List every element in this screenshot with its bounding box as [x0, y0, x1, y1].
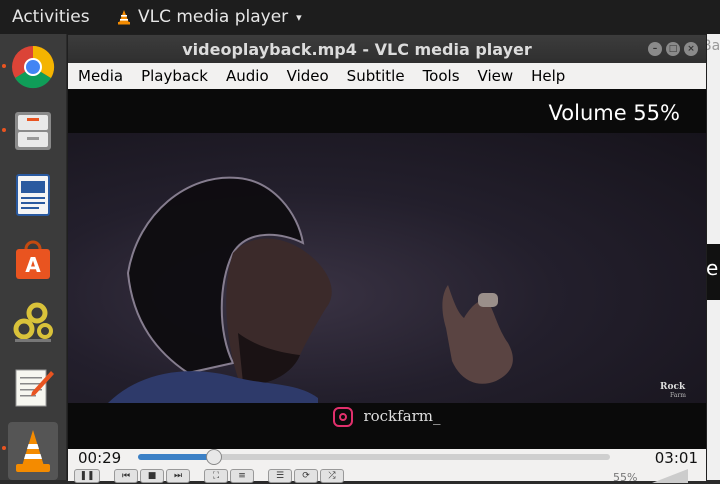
video-frame: [68, 133, 706, 403]
rock-farm-logo: Rock Farm: [660, 382, 686, 399]
volume-level-text: 55%: [613, 471, 638, 484]
top-bar: Activities VLC media player ▾: [0, 0, 720, 34]
minimize-button[interactable]: –: [648, 42, 662, 56]
video-caption: rockfarm_: [68, 407, 706, 427]
file-cabinet-icon: [15, 112, 51, 150]
menu-media[interactable]: Media: [68, 67, 131, 85]
close-button[interactable]: ×: [684, 42, 698, 56]
extended-settings-button[interactable]: ≡: [230, 469, 254, 483]
playback-controls: 00:29 03:01 ❚❚ ⏮ ■ ⏭ ⛶ ≡ ☰ ⟳ ⤮ 55%: [68, 449, 706, 484]
video-area[interactable]: Volume 55% Rock Farm rockfarm_: [68, 89, 706, 449]
volume-slider[interactable]: [652, 469, 688, 483]
dock-item-files[interactable]: [8, 106, 58, 156]
menu-bar: Media Playback Audio Video Subtitle Tool…: [68, 63, 706, 89]
stop-button[interactable]: ■: [140, 469, 164, 483]
menu-view[interactable]: View: [468, 67, 522, 85]
vlc-cone-icon: [16, 430, 50, 472]
instagram-icon: [333, 407, 354, 427]
loop-button[interactable]: ⟳: [294, 469, 318, 483]
vlc-cone-icon: [118, 10, 130, 25]
app-menu[interactable]: VLC media player ▾: [116, 7, 302, 27]
maximize-button[interactable]: □: [666, 42, 680, 56]
dock: A: [0, 34, 66, 480]
dock-running-indicator: [2, 446, 6, 450]
video-watermark: Rock Farm: [658, 379, 692, 402]
time-elapsed: 00:29: [78, 449, 122, 467]
window-title: videoplayback.mp4 - VLC media player: [182, 40, 532, 59]
dock-item-text-editor[interactable]: [8, 362, 58, 412]
fullscreen-button[interactable]: ⛶: [204, 469, 228, 483]
text-editor-icon: [15, 369, 54, 407]
settings-gears-icon: [13, 302, 53, 342]
dock-running-indicator: [2, 64, 6, 68]
svg-text:A: A: [25, 253, 41, 277]
dock-item-writer[interactable]: [8, 170, 58, 220]
window-titlebar[interactable]: videoplayback.mp4 - VLC media player – □…: [68, 35, 706, 63]
dock-item-software[interactable]: A: [8, 234, 58, 284]
menu-audio[interactable]: Audio: [216, 67, 277, 85]
menu-tools[interactable]: Tools: [413, 67, 468, 85]
seek-handle[interactable]: [205, 449, 222, 465]
chevron-down-icon: ▾: [296, 10, 302, 24]
dock-item-vlc[interactable]: [8, 422, 58, 480]
software-store-icon: A: [16, 240, 50, 279]
menu-playback[interactable]: Playback: [131, 67, 216, 85]
shuffle-button[interactable]: ⤮: [320, 469, 344, 483]
writer-document-icon: [16, 174, 50, 216]
menu-subtitle[interactable]: Subtitle: [337, 67, 413, 85]
pause-button[interactable]: ❚❚: [74, 469, 100, 483]
activities-button[interactable]: Activities: [12, 7, 90, 27]
app-menu-label: VLC media player: [138, 7, 289, 27]
seek-bar[interactable]: [138, 449, 610, 465]
seek-progress: [138, 454, 214, 460]
chrome-icon: [12, 45, 55, 89]
svg-text:Farm: Farm: [670, 392, 686, 399]
dock-running-indicator: [2, 128, 6, 132]
dock-item-chrome[interactable]: [8, 42, 58, 92]
dock-item-settings[interactable]: [8, 298, 58, 348]
menu-help[interactable]: Help: [521, 67, 573, 85]
video-content-image: [108, 176, 513, 403]
svg-text:Rock: Rock: [660, 382, 686, 392]
playlist-button[interactable]: ☰: [268, 469, 292, 483]
volume-osd: Volume 55%: [548, 101, 680, 125]
caption-handle: rockfarm_: [363, 407, 441, 425]
menu-video[interactable]: Video: [277, 67, 337, 85]
previous-button[interactable]: ⏮: [114, 469, 138, 483]
next-button[interactable]: ⏭: [166, 469, 190, 483]
time-total: 03:01: [654, 449, 698, 467]
vlc-window: videoplayback.mp4 - VLC media player – □…: [67, 34, 707, 484]
